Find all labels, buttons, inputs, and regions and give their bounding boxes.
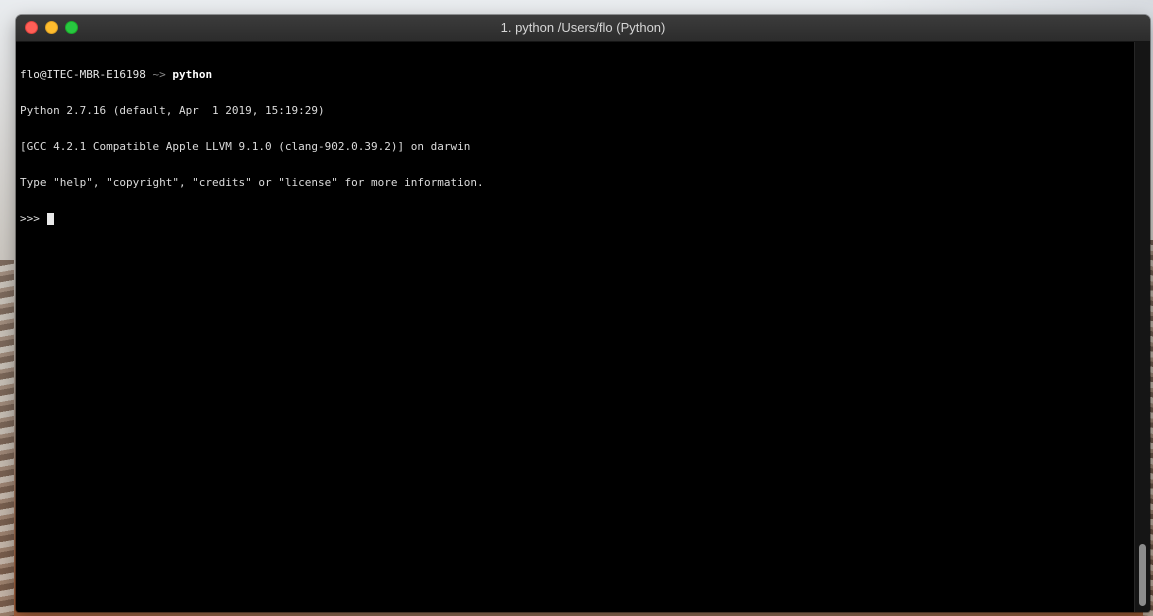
- entered-command: python: [172, 68, 213, 81]
- title-bar[interactable]: 1. python /Users/flo (Python): [16, 15, 1150, 42]
- output-line: Python 2.7.16 (default, Apr 1 2019, 15:1…: [20, 104, 325, 117]
- repl-prompt: >>>: [20, 212, 47, 225]
- shell-prompt-line: flo@ITEC-MBR-E16198 ~> python: [20, 69, 1134, 81]
- text-cursor: [46, 213, 54, 225]
- output-line: Type "help", "copyright", "credits" or "…: [20, 176, 484, 189]
- prompt-symbol: ~>: [145, 68, 173, 81]
- terminal-window: 1. python /Users/flo (Python) flo@ITEC-M…: [16, 15, 1150, 612]
- prompt-host: flo@ITEC-MBR-E16198: [20, 68, 146, 81]
- terminal-content[interactable]: flo@ITEC-MBR-E16198 ~> python Python 2.7…: [16, 42, 1134, 612]
- vertical-scrollbar[interactable]: [1134, 42, 1150, 612]
- scrollbar-thumb[interactable]: [1139, 544, 1146, 606]
- output-line: [GCC 4.2.1 Compatible Apple LLVM 9.1.0 (…: [20, 140, 471, 153]
- repl-input-line[interactable]: >>>: [20, 213, 1134, 225]
- window-title: 1. python /Users/flo (Python): [500, 20, 666, 35]
